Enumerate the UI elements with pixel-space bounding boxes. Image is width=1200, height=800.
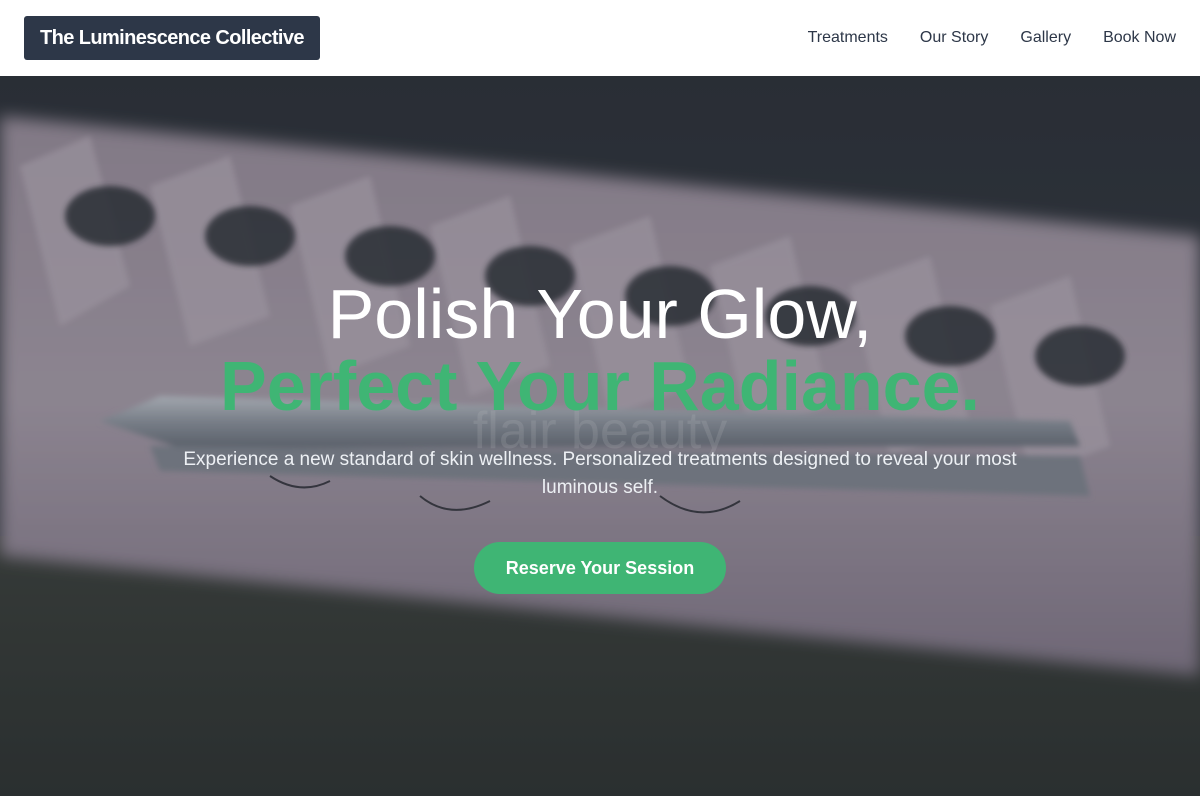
nav-our-story[interactable]: Our Story [920, 29, 988, 47]
hero-content: Polish Your Glow, Perfect Your Radiance.… [0, 76, 1200, 796]
main-nav: Treatments Our Story Gallery Book Now [808, 29, 1176, 47]
nav-treatments[interactable]: Treatments [808, 29, 888, 47]
hero-subtitle: Experience a new standard of skin wellne… [183, 449, 1017, 498]
site-header: The Luminescence Collective Treatments O… [0, 0, 1200, 76]
nav-gallery[interactable]: Gallery [1020, 29, 1071, 47]
nav-book-now[interactable]: Book Now [1103, 29, 1176, 47]
site-logo[interactable]: The Luminescence Collective [24, 16, 320, 60]
hero-section: flair beauty Polish Your Glow, Perfect Y… [0, 76, 1200, 796]
page-bottom-edge [0, 796, 1200, 800]
reserve-session-button[interactable]: Reserve Your Session [474, 542, 726, 594]
hero-headline-line2: Perfect Your Radiance. [220, 347, 980, 425]
hero-headline-line1: Polish Your Glow, [327, 275, 873, 353]
